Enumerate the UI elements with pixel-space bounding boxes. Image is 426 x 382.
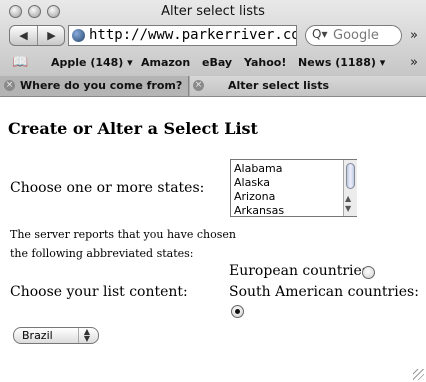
scroll-down-arrow-icon[interactable]: ▼	[345, 204, 351, 213]
bookmark-yahoo[interactable]: Yahoo!	[244, 56, 286, 69]
scroll-up-arrow-icon[interactable]: ▲	[345, 194, 351, 203]
bookmark-ebay[interactable]: eBay	[202, 56, 232, 69]
listbox-scrollbar[interactable]: ▲ ▼	[343, 160, 357, 216]
bookmarks-bar: 📖 Apple (148) ▾ Amazon eBay Yahoo! News …	[0, 53, 426, 75]
states-listbox[interactable]: Alabama Alaska Arizona Arkansas ▲ ▼	[230, 159, 357, 217]
page-heading: Create or Alter a Select List	[8, 119, 258, 138]
browser-chrome: Alter select lists ◀ ▶ http://www.parker…	[0, 0, 426, 97]
close-tab-icon[interactable]: ×	[193, 80, 204, 91]
radio-selected-dot	[235, 309, 240, 314]
bookmark-news[interactable]: News (1188) ▾	[298, 56, 385, 69]
forward-arrow-icon: ▶	[47, 29, 56, 42]
states-label: Choose one or more states:	[10, 180, 205, 196]
close-tab-icon[interactable]: ×	[4, 80, 15, 91]
search-field[interactable]: Q▾ Google	[305, 25, 402, 46]
south-american-radio[interactable]	[231, 305, 244, 318]
content-label: Choose your list content:	[10, 284, 188, 300]
toolbar-overflow-button[interactable]: »	[410, 28, 418, 43]
country-select-value: Brazil	[22, 329, 53, 342]
european-label: European countries:	[229, 263, 374, 279]
south-american-label: South American countries:	[229, 284, 419, 300]
state-option[interactable]: Alabama	[234, 162, 283, 175]
tab-where-from[interactable]: × Where do you come from?	[0, 76, 189, 96]
bookmarks-book-icon[interactable]: 📖	[12, 55, 28, 70]
address-text: http://www.parkerriver.com/ajaxh	[89, 27, 296, 43]
server-report-line2: the following abbreviated states:	[10, 247, 194, 260]
address-bar[interactable]: http://www.parkerriver.com/ajaxh	[68, 25, 297, 46]
tab-label: Where do you come from?	[20, 79, 183, 92]
state-option[interactable]: Arkansas	[234, 204, 284, 217]
title-bar: Alter select lists	[0, 0, 426, 24]
toolbar: ◀ ▶ http://www.parkerriver.com/ajaxh Q▾ …	[0, 22, 426, 52]
select-arrows-icon: ▲ ▼	[78, 328, 95, 343]
bookmark-amazon[interactable]: Amazon	[141, 56, 190, 69]
nav-buttons: ◀ ▶	[9, 25, 65, 46]
tab-bar: × Where do you come from? × Alter select…	[0, 76, 426, 96]
bookmarks-overflow-button[interactable]: »	[410, 55, 418, 70]
window-title: Alter select lists	[161, 4, 265, 19]
bookmark-apple[interactable]: Apple (148) ▾	[51, 56, 133, 69]
european-radio[interactable]	[362, 266, 375, 279]
forward-button[interactable]: ▶	[38, 26, 65, 45]
tab-alter-select-lists[interactable]: × Alter select lists	[190, 76, 426, 96]
country-select[interactable]: Brazil ▲ ▼	[13, 327, 99, 344]
globe-icon	[72, 29, 85, 42]
tab-label: Alter select lists	[228, 79, 329, 92]
resize-grip-icon[interactable]	[413, 369, 424, 380]
state-option[interactable]: Arizona	[234, 190, 275, 203]
search-placeholder: Google	[333, 28, 379, 43]
page-content: Create or Alter a Select List Choose one…	[0, 97, 426, 382]
back-button[interactable]: ◀	[10, 26, 37, 45]
state-option[interactable]: Alaska	[234, 176, 270, 189]
scrollbar-thumb[interactable]	[346, 163, 355, 189]
search-icon: Q▾	[312, 27, 328, 41]
server-report-line1: The server reports that you have chosen	[10, 228, 236, 241]
back-arrow-icon: ◀	[19, 29, 28, 42]
